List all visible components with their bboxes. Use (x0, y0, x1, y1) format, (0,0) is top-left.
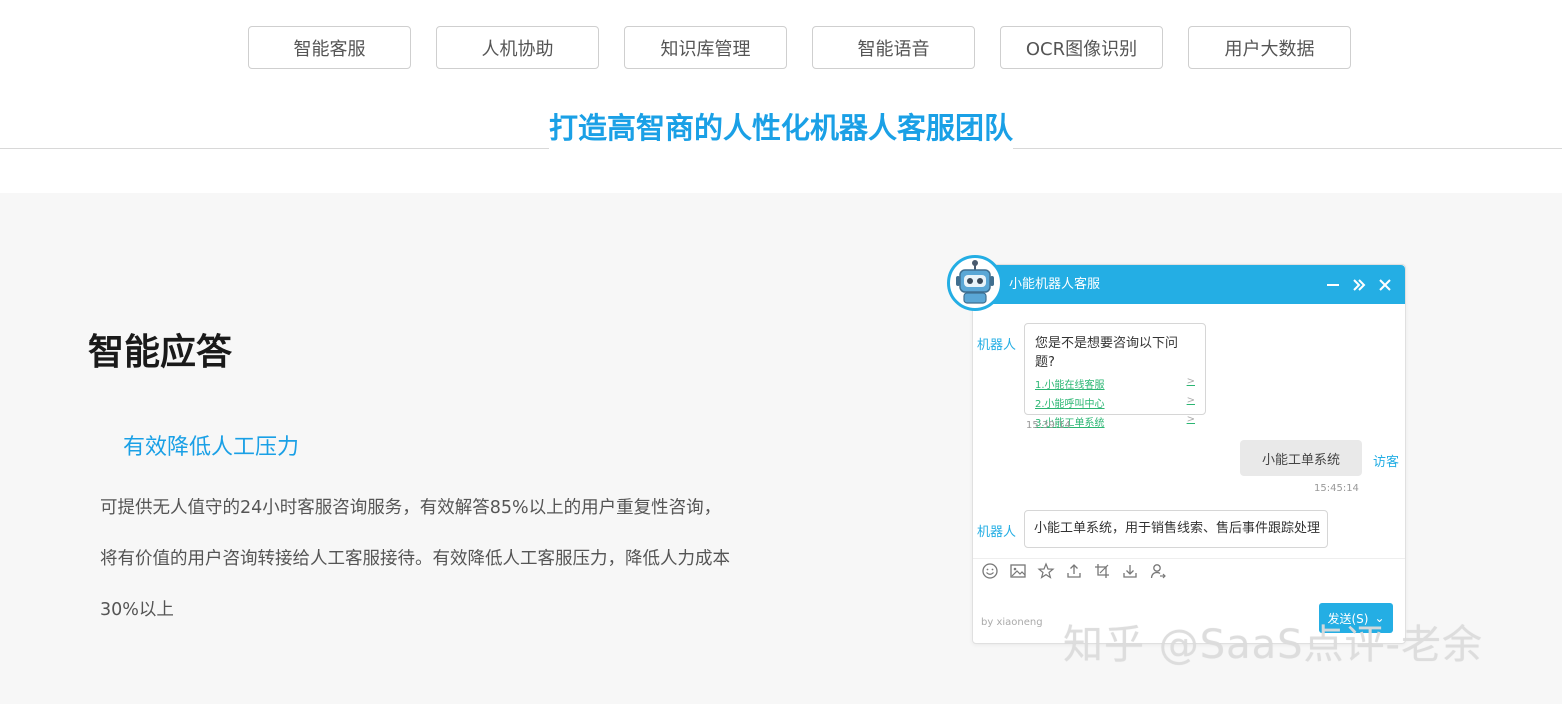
robot-label: 机器人 (977, 338, 1017, 353)
chat-header-controls (1325, 265, 1393, 304)
robot-question-bubble: 您是不是想要咨询以下问题? 1.小能在线客服 > 2.小能呼叫中心 > 3.小能工单… (1024, 323, 1206, 429)
robot-avatar (947, 255, 1003, 311)
person-transfer-icon[interactable] (1149, 562, 1167, 580)
headline-text: 打造高智商的人性化机器人客服团队 (548, 105, 1014, 151)
feature-subtitle: 有效降低人工压力 (123, 435, 300, 460)
feature-title: 智能应答 (88, 332, 233, 373)
feature-tabs: 智能客服 人机协助 知识库管理 智能语音 OCR图像识别 用户大数据 (248, 26, 1351, 69)
star-icon[interactable] (1037, 562, 1055, 580)
upload-icon[interactable] (1065, 562, 1083, 580)
question-title: 您是不是想要咨询以下问题? (1035, 336, 1179, 370)
tab-ocr[interactable]: OCR图像识别 (1000, 26, 1163, 69)
tab-smart-service[interactable]: 智能客服 (248, 26, 411, 69)
chat-toolbar (981, 562, 1167, 580)
image-icon[interactable] (1009, 562, 1027, 580)
crop-icon[interactable] (1093, 562, 1111, 580)
question-option[interactable]: 2.小能呼叫中心 > (1025, 393, 1205, 412)
feature-description: 可提供无人值守的24小时客服咨询服务，有效解答85%以上的用户重复性咨询，将有价… (100, 498, 730, 620)
chat-widget: 小能机器人客服 机器人 您是不是想要咨询以下问题? 1.小能在线客服 > 2.小能… (972, 264, 1406, 644)
visitor-label: 访客 (1373, 455, 1400, 470)
input-divider (973, 558, 1405, 559)
robot-label: 机器人 (977, 525, 1017, 540)
expand-icon[interactable] (1351, 277, 1367, 293)
chat-header: 小能机器人客服 (973, 265, 1405, 304)
chat-title: 小能机器人客服 (1009, 277, 1101, 292)
minimize-icon[interactable] (1325, 277, 1341, 293)
robot-reply-bubble: 小能工单系统，用于销售线索、售后事件跟踪处理 (1024, 510, 1328, 548)
powered-by: by xiaoneng (981, 617, 1043, 628)
message-timestamp: 15:45:14 (1314, 483, 1359, 494)
close-icon[interactable] (1377, 277, 1393, 293)
emoji-icon[interactable] (981, 562, 999, 580)
question-option[interactable]: 1.小能在线客服 > (1025, 374, 1205, 393)
download-icon[interactable] (1121, 562, 1139, 580)
robot-icon (956, 260, 994, 304)
tab-knowledge-base[interactable]: 知识库管理 (624, 26, 787, 69)
watermark-text: 知乎 @SaaS点评-老余 (1063, 622, 1483, 668)
message-timestamp: 15:39:14 (1026, 420, 1071, 431)
visitor-bubble: 小能工单系统 (1240, 440, 1362, 476)
tab-human-assist[interactable]: 人机协助 (436, 26, 599, 69)
tab-user-big-data[interactable]: 用户大数据 (1188, 26, 1351, 69)
tab-smart-voice[interactable]: 智能语音 (812, 26, 975, 69)
section-headline: 打造高智商的人性化机器人客服团队 (0, 105, 1562, 155)
